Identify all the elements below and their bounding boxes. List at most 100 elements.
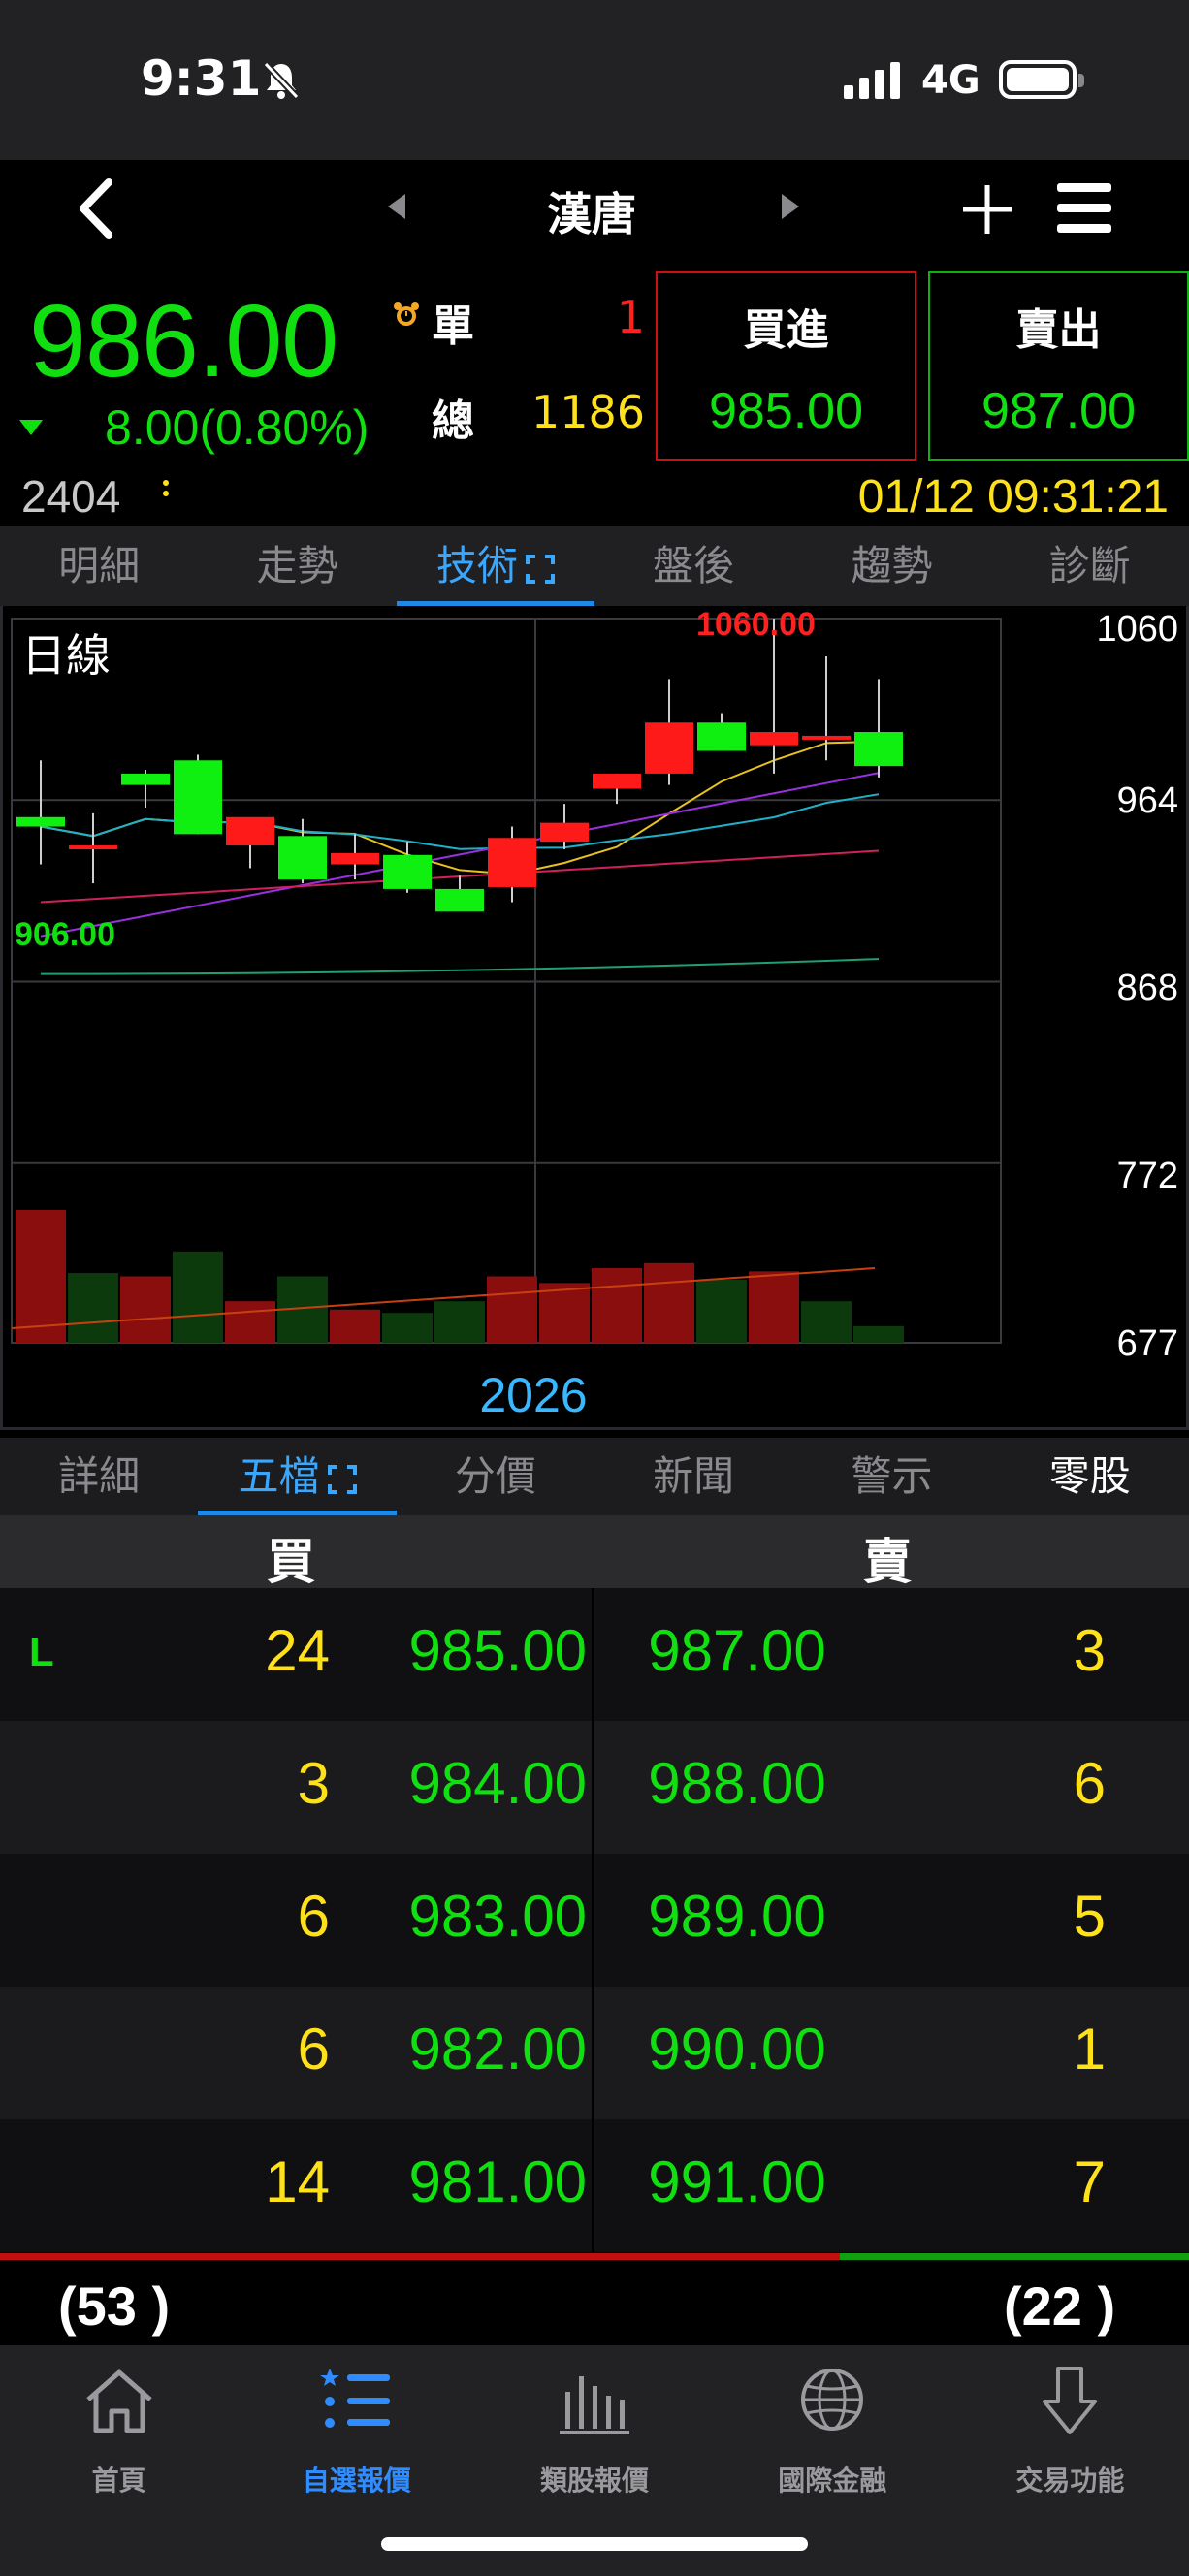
ask-qty: 6 (1073, 1751, 1106, 1816)
ask-price[interactable]: 988.00 (621, 1750, 853, 1817)
buy-button[interactable]: 買進 985.00 (656, 271, 916, 461)
status-time: 9:31 (141, 50, 262, 107)
sell-ratio-bar (840, 2253, 1189, 2260)
volume-bar (16, 1210, 66, 1343)
tab-trends[interactable]: 趨勢 (792, 526, 990, 606)
tab-details[interactable]: 詳細 (0, 1438, 198, 1515)
bid-price[interactable]: 985.00 (359, 1617, 587, 1684)
home-icon (85, 2369, 152, 2433)
tab-detail[interactable]: 明細 (0, 526, 198, 606)
ask-price[interactable]: 990.00 (621, 2016, 853, 2083)
volume-bar (382, 1313, 433, 1343)
add-icon[interactable] (960, 182, 1014, 237)
bid-price[interactable]: 984.00 (359, 1750, 587, 1817)
y-tick: 772 (1116, 1156, 1178, 1196)
next-stock-icon[interactable] (782, 194, 799, 219)
candle-body (121, 773, 170, 785)
sell-label: 賣出 (1015, 305, 1102, 355)
volume-bar (853, 1325, 904, 1343)
volume-bar (801, 1301, 852, 1343)
tab-odd-lot[interactable]: 零股 (991, 1438, 1189, 1515)
ask-qty: 7 (1073, 2149, 1106, 2214)
bid-price[interactable]: 981.00 (359, 2148, 587, 2215)
total-volume-label: 總 (432, 397, 474, 446)
tab-alert[interactable]: 警示 (792, 1438, 990, 1515)
sell-button[interactable]: 賣出 987.00 (928, 271, 1189, 461)
signal-icon (844, 60, 900, 99)
y-tick: 964 (1116, 780, 1178, 821)
tab-trend[interactable]: 走勢 (198, 526, 396, 606)
price-change: 8.00(0.80%) (105, 400, 370, 455)
buy-price: 985.00 (708, 383, 864, 439)
more-dots-icon[interactable] (163, 480, 169, 509)
trade-arrow-icon (1043, 2367, 1098, 2434)
candle-body (435, 888, 484, 912)
tab-after-hours[interactable]: 盤後 (594, 526, 792, 606)
bid-price[interactable]: 982.00 (359, 2016, 587, 2083)
tab-news[interactable]: 新聞 (594, 1438, 792, 1515)
candlestick-chart[interactable] (0, 606, 1189, 1430)
nav-home[interactable]: 首頁 (0, 2345, 238, 2576)
tab-five-levels[interactable]: 五檔 (198, 1438, 397, 1515)
alarm-clock-icon[interactable] (392, 301, 421, 330)
ma120-line (40, 958, 880, 975)
volume-bar (539, 1283, 590, 1343)
volume-bar (173, 1251, 223, 1343)
single-volume-label: 單 (432, 302, 474, 351)
nav-trade[interactable]: 交易功能 (951, 2345, 1189, 2576)
ask-price[interactable]: 987.00 (621, 1617, 853, 1684)
ask-qty: 5 (1073, 1884, 1106, 1949)
sell-column-label: 賣 (863, 1534, 912, 1590)
order-book-totals: (53 ) (22 ) (0, 2260, 1189, 2345)
y-tick: 677 (1116, 1323, 1178, 1364)
bars-icon (560, 2376, 629, 2434)
sell-total: (22 ) (1004, 2275, 1116, 2337)
bid-qty: 24 (265, 1618, 330, 1683)
tab-price-volume[interactable]: 分價 (397, 1438, 594, 1515)
order-book-row: 3 984.00 988.00 6 (0, 1721, 1189, 1854)
ask-qty: 3 (1073, 1618, 1106, 1683)
sell-price: 987.00 (980, 383, 1137, 439)
volume-bar (434, 1301, 485, 1343)
tab-technical[interactable]: 技術 (396, 526, 595, 606)
buy-column-label: 買 (267, 1534, 315, 1590)
ma10-line (40, 793, 880, 850)
bid-price[interactable]: 983.00 (359, 1883, 587, 1950)
ask-price[interactable]: 989.00 (621, 1883, 853, 1950)
bid-qty: 14 (265, 2149, 330, 2214)
candle-body (331, 852, 379, 865)
high-label: 1060.00 (696, 606, 816, 643)
ask-price[interactable]: 991.00 (621, 2148, 853, 2215)
expand-icon[interactable] (525, 554, 555, 584)
prev-stock-icon[interactable] (388, 194, 405, 219)
bid-qty: 6 (297, 2017, 330, 2082)
y-tick: 1060 (1096, 609, 1178, 650)
silent-bell-icon (263, 61, 300, 100)
order-book-row: L 24 985.00 987.00 3 (0, 1588, 1189, 1721)
globe-icon (801, 2369, 864, 2431)
volume-bar (487, 1276, 537, 1343)
volume-bar (330, 1309, 380, 1343)
network-label: 4G (921, 58, 980, 103)
last-price: 986.00 (29, 284, 338, 398)
book-tabs: 詳細 五檔 分價 新聞 警示 零股 (0, 1438, 1189, 1515)
detail-tabs: 明細 走勢 技術 盤後 趨勢 診斷 (0, 526, 1189, 606)
order-book-row: 6 982.00 990.00 1 (0, 1987, 1189, 2119)
back-icon[interactable] (68, 175, 126, 242)
tab-diagnosis[interactable]: 診斷 (991, 526, 1189, 606)
y-tick: 868 (1116, 968, 1178, 1008)
volume-bar (68, 1273, 118, 1343)
expand-icon[interactable] (327, 1464, 357, 1494)
candle-body (383, 854, 432, 889)
total-volume-value: 1186 (530, 386, 645, 438)
candle-body (226, 816, 274, 846)
menu-icon[interactable] (1055, 179, 1113, 238)
order-book-header: 買 賣 (0, 1515, 1189, 1590)
stock-name: 漢唐 (547, 188, 636, 240)
candle-body (278, 836, 327, 880)
buy-label: 買進 (743, 305, 829, 355)
quote-timestamp: 01/12 09:31:21 (857, 471, 1169, 523)
bid-qty: 6 (297, 1884, 330, 1949)
candle-body (854, 732, 903, 767)
volume-bar (592, 1267, 642, 1343)
